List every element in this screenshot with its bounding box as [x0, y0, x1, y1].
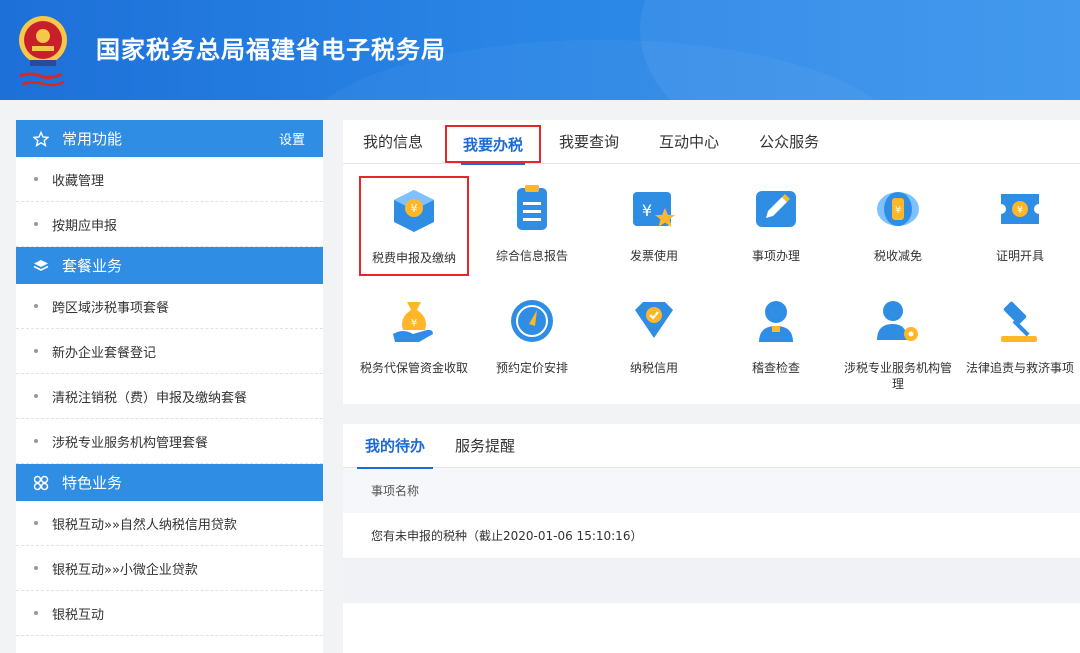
tile-label: 稽查检查 — [751, 361, 800, 375]
tab-public-service[interactable]: 公众服务 — [759, 119, 819, 163]
table-row-empty — [343, 558, 1080, 603]
compass-icon — [511, 300, 553, 342]
section-title: 套餐业务 — [62, 257, 123, 275]
star-icon — [32, 130, 50, 148]
credit-icon — [635, 302, 673, 338]
money-bag-icon: ¥ — [393, 302, 433, 342]
tile-pricing[interactable]: 预约定价安排 — [477, 288, 587, 388]
svg-text:¥: ¥ — [895, 205, 901, 216]
tile-label: 税务代保管资金收取 — [359, 361, 468, 375]
sidebar: 常用功能 设置 收藏管理 按期应申报 套餐业务 跨区域涉税事项套餐 新办企业套餐… — [16, 120, 323, 653]
bullet-icon — [34, 611, 38, 615]
section-title: 特色业务 — [62, 474, 123, 492]
settings-link[interactable]: 设置 — [279, 129, 305, 148]
sidebar-item[interactable]: 新办企业套餐登记 — [16, 329, 323, 374]
tab-my-info[interactable]: 我的信息 — [363, 119, 423, 163]
tile-info-report[interactable]: 综合信息报告 — [477, 176, 587, 276]
sidebar-item[interactable]: 跨区域涉税事项套餐 — [16, 284, 323, 329]
sidebar-item-label: 收藏管理 — [52, 173, 105, 189]
tile-tax-relief[interactable]: ¥ 税收减免 — [843, 176, 953, 276]
bullet-icon — [34, 304, 38, 308]
svg-text:¥: ¥ — [411, 318, 417, 329]
tab-interaction[interactable]: 互动中心 — [659, 119, 719, 163]
sidebar-section-special: 特色业务 — [16, 464, 323, 501]
tax-declare-icon: ¥ — [394, 190, 434, 232]
layers-icon — [32, 257, 50, 275]
svg-text:¥: ¥ — [411, 202, 418, 215]
bullet-icon — [34, 177, 38, 181]
invoice-icon: ¥ — [633, 192, 675, 227]
grid-icon — [32, 474, 50, 492]
svg-text:¥: ¥ — [642, 201, 652, 220]
todo-panel: 我的待办 服务提醒 事项名称 您有未申报的税种（截止2020-01-06 15:… — [343, 424, 1080, 653]
bullet-icon — [34, 349, 38, 353]
tile-custody-funds[interactable]: ¥ 税务代保管资金收取 — [359, 288, 469, 388]
table-header: 事项名称 — [343, 468, 1080, 513]
tile-label: 综合信息报告 — [495, 249, 568, 263]
site-title: 国家税务总局福建省电子税务局 — [96, 36, 446, 64]
site-header: 国家税务总局福建省电子税务局 — [0, 0, 1080, 100]
todo-tabs: 我的待办 服务提醒 — [343, 424, 1080, 469]
agent-manage-icon — [877, 301, 918, 341]
sidebar-item[interactable]: 银税互动»»小微企业贷款 — [16, 546, 323, 591]
report-icon — [517, 185, 547, 230]
table-row[interactable]: 您有未申报的税种（截止2020-01-06 15:10:16） — [343, 513, 1080, 558]
tax-service-panel: 我的信息 我要办税 我要查询 互动中心 公众服务 ¥ 税费申报及缴纳 综合信息报… — [343, 120, 1080, 404]
sidebar-item-label: 按期应申报 — [52, 218, 118, 234]
sidebar-item[interactable]: 银税互动»»自然人纳税信用贷款 — [16, 501, 323, 546]
tile-label: 证明开具 — [995, 249, 1044, 263]
tax-relief-icon: ¥ — [877, 192, 919, 226]
tile-label: 税费申报及缴纳 — [371, 251, 456, 265]
sidebar-item-label: 清税注销税（费）申报及缴纳套餐 — [52, 390, 248, 406]
tile-label: 发票使用 — [629, 249, 678, 263]
tab-my-todo[interactable]: 我的待办 — [356, 424, 434, 469]
bullet-icon — [34, 566, 38, 570]
tile-inspection[interactable]: 稽查检查 — [721, 288, 831, 388]
tile-label: 纳税信用 — [629, 361, 678, 375]
tab-service-reminder[interactable]: 服务提醒 — [455, 424, 515, 468]
sidebar-item-label: 跨区域涉税事项套餐 — [52, 300, 170, 316]
tab-do-tax[interactable]: 我要办税 — [445, 125, 542, 165]
certificate-icon: ¥ — [1001, 194, 1039, 224]
tile-agent-manage[interactable]: 涉税专业服务机构管理 — [843, 288, 953, 391]
bullet-icon — [34, 521, 38, 525]
sidebar-item-label: 银税互动»»小微企业贷款 — [52, 562, 198, 578]
sidebar-item-label: 新办企业套餐登记 — [52, 345, 157, 361]
sidebar-item[interactable]: 清税注销税（费）申报及缴纳套餐 — [16, 374, 323, 419]
svg-text:¥: ¥ — [1017, 205, 1023, 216]
column-header: 事项名称 — [371, 484, 420, 498]
sidebar-item-label: 银税互动 — [52, 607, 105, 623]
bullet-icon — [34, 222, 38, 226]
tile-credit[interactable]: 纳税信用 — [599, 288, 709, 388]
tile-label: 预约定价安排 — [495, 361, 568, 375]
tile-label: 事项办理 — [751, 249, 800, 263]
tile-label: 涉税专业服务机构管理 — [843, 361, 952, 391]
gavel-icon — [1001, 301, 1037, 342]
tile-matters[interactable]: 事项办理 — [721, 176, 831, 276]
sidebar-item[interactable]: 银税互动 — [16, 591, 323, 636]
sidebar-section-package: 套餐业务 — [16, 247, 323, 284]
tile-certificate[interactable]: ¥ 证明开具 — [965, 176, 1075, 276]
bullet-icon — [34, 394, 38, 398]
inspector-icon — [759, 301, 793, 342]
bullet-icon — [34, 439, 38, 443]
tile-label: 税收减免 — [873, 249, 922, 263]
tile-label: 法律追责与救济事项 — [965, 361, 1074, 375]
sidebar-item-label: 涉税专业服务机构管理套餐 — [52, 435, 209, 451]
sidebar-item-label: 银税互动»»自然人纳税信用贷款 — [52, 517, 237, 533]
tile-invoice[interactable]: ¥ 发票使用 — [599, 176, 709, 276]
tab-query[interactable]: 我要查询 — [559, 119, 619, 163]
sidebar-item[interactable]: 收藏管理 — [16, 157, 323, 202]
sidebar-section-common: 常用功能 设置 — [16, 120, 323, 157]
sidebar-item[interactable]: 按期应申报 — [16, 202, 323, 247]
tax-emblem-logo — [19, 16, 67, 87]
tile-tax-declare[interactable]: ¥ 税费申报及缴纳 — [359, 176, 469, 276]
todo-item-text: 您有未申报的税种（截止2020-01-06 15:10:16） — [371, 529, 643, 543]
tile-legal[interactable]: 法律追责与救济事项 — [965, 288, 1075, 388]
edit-icon — [756, 191, 796, 227]
section-title: 常用功能 — [62, 130, 123, 148]
sidebar-item[interactable]: 涉税专业服务机构管理套餐 — [16, 419, 323, 464]
table-row-empty — [343, 603, 1080, 648]
main-tabs: 我的信息 我要办税 我要查询 互动中心 公众服务 — [343, 119, 1080, 165]
